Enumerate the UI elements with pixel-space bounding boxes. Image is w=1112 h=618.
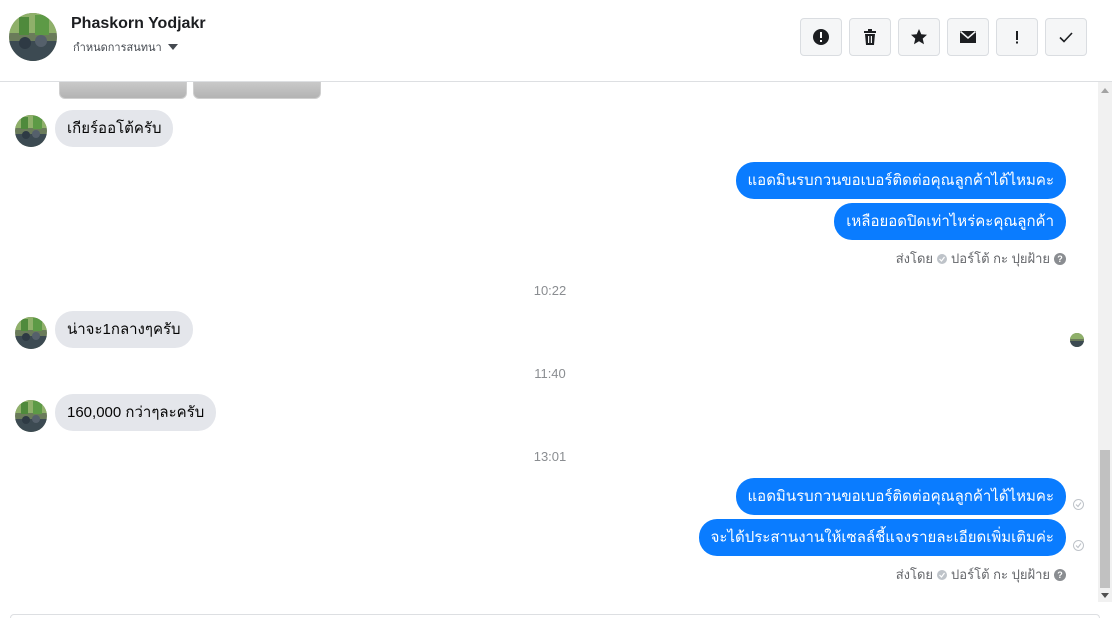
conversation-subtitle: กำหนดการสนทนา: [73, 42, 162, 54]
important-button[interactable]: [996, 18, 1038, 56]
contact-avatar[interactable]: [9, 13, 57, 61]
timestamp: 11:40: [534, 366, 566, 381]
message-thread: เกียร์ออโต้ครับ แอดมินรบกวนขอเบอร์ติดต่อ…: [0, 82, 1098, 612]
scrollbar[interactable]: [1098, 82, 1112, 602]
exclamation-icon: [1016, 31, 1018, 44]
help-icon[interactable]: ?: [1054, 252, 1066, 265]
attachment-image[interactable]: [193, 82, 321, 99]
mark-spam-button[interactable]: [800, 18, 842, 56]
header-toolbar: [800, 18, 1087, 56]
outgoing-message[interactable]: แอดมินรบกวนขอเบอร์ติดต่อคุณลูกค้าได้ไหมค…: [735, 478, 1066, 515]
outgoing-message[interactable]: แอดมินรบกวนขอเบอร์ติดต่อคุณลูกค้าได้ไหมค…: [735, 162, 1066, 199]
conversation-header: Phaskorn Yodjakr กำหนดการสนทนา: [0, 0, 1112, 82]
check-icon: [937, 569, 948, 580]
outgoing-message[interactable]: เหลือยอดปิดเท่าไหร่คะคุณลูกค้า: [834, 203, 1066, 240]
composer-edge: [10, 614, 1100, 618]
star-icon: [911, 29, 927, 45]
contact-avatar-small[interactable]: [15, 115, 47, 147]
scroll-up-icon[interactable]: [1101, 88, 1109, 93]
contact-name[interactable]: Phaskorn Yodjakr: [71, 15, 206, 33]
scroll-thumb[interactable]: [1100, 450, 1110, 588]
sender-name[interactable]: ปอร์โต้ กะ ปุยฝ้าย: [951, 248, 1050, 269]
seen-indicator-avatar: [1070, 333, 1084, 347]
attachment-image[interactable]: [59, 82, 187, 99]
check-icon: [937, 253, 948, 264]
sender-name[interactable]: ปอร์โต้ กะ ปุยฝ้าย: [951, 564, 1050, 585]
sent-status-icon: [1073, 540, 1084, 551]
mark-unread-button[interactable]: [947, 18, 989, 56]
help-icon[interactable]: ?: [1054, 568, 1066, 581]
star-button[interactable]: [898, 18, 940, 56]
alert-circle-icon: [813, 29, 829, 45]
incoming-message[interactable]: เกียร์ออโต้ครับ: [55, 110, 174, 147]
incoming-message[interactable]: 160,000 กว่าๆละครับ: [55, 394, 217, 431]
messenger-conversation-page: Phaskorn Yodjakr กำหนดการสนทนา เกียร์ออโ…: [0, 0, 1112, 618]
outgoing-message[interactable]: จะได้ประสานงานให้เซลล์ชี้แจงรายละเอียดเพ…: [698, 519, 1066, 556]
caret-down-icon: [167, 44, 178, 50]
scroll-down-icon[interactable]: [1101, 593, 1109, 598]
attachment-images: [59, 82, 321, 99]
conversation-menu[interactable]: กำหนดการสนทนา: [73, 38, 178, 56]
timestamp: 13:01: [533, 449, 567, 464]
trash-icon: [864, 29, 876, 45]
checkmark-icon: [1059, 32, 1073, 43]
sent-by-label: ส่งโดย: [895, 251, 934, 266]
done-button[interactable]: [1045, 18, 1087, 56]
delete-button[interactable]: [849, 18, 891, 56]
timestamp: 10:22: [533, 283, 567, 298]
contact-avatar-small[interactable]: [15, 317, 47, 349]
sent-by-label: ส่งโดย: [895, 567, 934, 582]
incoming-message[interactable]: น่าจะ1กลางๆครับ: [55, 311, 193, 348]
sent-by-info: ส่งโดย ปอร์โต้ กะ ปุยฝ้าย ?: [896, 248, 1066, 269]
sent-by-info: ส่งโดย ปอร์โต้ กะ ปุยฝ้าย ?: [896, 564, 1066, 585]
sent-status-icon: [1073, 499, 1084, 510]
envelope-icon: [960, 30, 976, 43]
contact-avatar-small[interactable]: [15, 400, 47, 432]
